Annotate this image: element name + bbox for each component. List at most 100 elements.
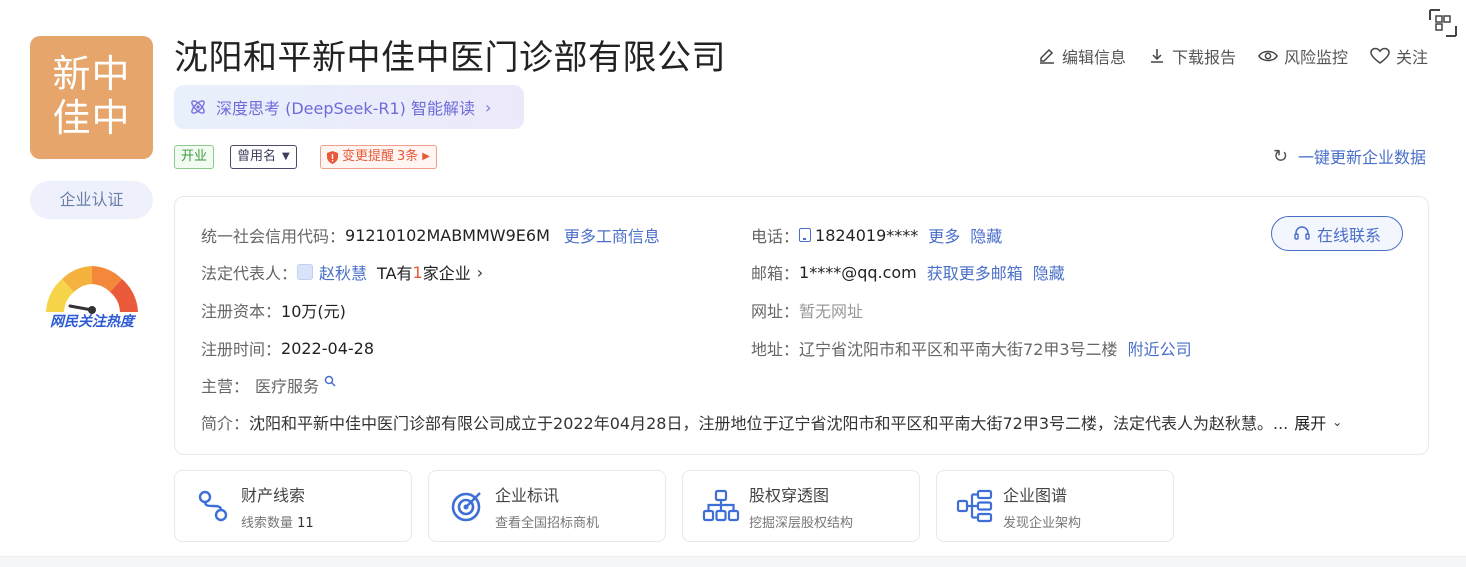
change-alert-button[interactable]: 变更提醒 3条 ▶ [320,145,437,169]
target-icon [451,492,481,522]
logo-line-1: 新中 [52,52,131,96]
credit-code-label: 统一社会信用代码： [201,227,346,246]
email-label: 邮箱： [751,264,800,283]
capital-value: 10万(元) [281,302,346,321]
more-business-info-link[interactable]: 更多工商信息 [564,223,660,247]
business-row: 主营： 医疗服务 [201,373,336,397]
chevron-down-icon[interactable]: ⌄ [1332,415,1342,429]
status-badge: 开业 [174,145,215,169]
change-alert-count: 3条 [397,149,419,164]
asset-clues-sub: 线索数量 [241,515,298,531]
chevron-right-icon: › [485,97,492,117]
used-name-dropdown[interactable]: 曾用名 ▼ [230,145,297,169]
change-alert-label: 变更提醒 [342,149,395,164]
chevron-right-icon[interactable]: › [477,263,483,282]
equity-chart-title: 股权穿透图 [749,485,830,505]
headset-icon [1294,225,1310,240]
legal-rep-company-count: 1 [412,262,423,282]
email-value: 1****@qq.com [799,262,917,282]
website-row: 网址： 暂无网址 [751,298,863,322]
legal-rep-row: 法定代表人： 赵秋慧 TA有 1 家企业 › [201,260,483,284]
equity-chart-card[interactable]: 股权穿透图 挖掘深层股权结构 [682,470,920,542]
update-data-button[interactable]: ↻ 一键更新企业数据 [1273,144,1426,168]
follow-button[interactable]: 关注 [1370,44,1428,68]
caret-down-icon: ▼ [282,151,290,162]
phone-row: 电话： 1824019**** 更多 隐藏 [751,223,1002,247]
eye-icon [1258,50,1278,62]
address-row: 地址： 辽宁省沈阳市和平区和平南大街72甲3号二楼 附近公司 [751,336,1192,360]
download-report-label: 下载报告 [1171,48,1236,67]
asset-clues-card[interactable]: 财产线索 线索数量 11 [174,470,412,542]
edit-info-button[interactable]: 编辑信息 [1038,44,1126,68]
phone-hide-link[interactable]: 隐藏 [970,223,1002,247]
phone-more-link[interactable]: 更多 [928,223,960,247]
update-data-label: 一键更新企业数据 [1297,148,1426,167]
ai-interpret-label: 深度思考 (DeepSeek-R1) 智能解读 [216,99,476,118]
org-tree-icon [702,489,740,522]
follow-label: 关注 [1395,48,1428,67]
avatar [297,264,314,280]
refresh-icon: ↻ [1272,145,1288,167]
caret-right-icon: ▶ [422,151,430,162]
nearby-companies-link[interactable]: 附近公司 [1128,336,1192,360]
email-row: 邮箱： 1****@qq.com 获取更多邮箱 隐藏 [751,260,1065,284]
search-icon[interactable] [324,375,336,387]
legal-rep-ta-text: TA有 [377,264,413,283]
expand-button[interactable]: 展开 [1294,410,1326,434]
graph-icon [956,489,993,523]
used-name-label: 曾用名 [237,149,277,164]
bottom-divider [0,556,1466,567]
risk-monitor-button[interactable]: 风险监控 [1258,44,1348,68]
download-icon [1150,49,1163,63]
phone-icon [799,228,812,242]
qr-corner-icon[interactable] [1428,8,1458,38]
asset-clues-title: 财产线索 [241,485,306,505]
bid-info-card[interactable]: 企业标讯 查看全国招标商机 [428,470,666,542]
heat-label: 网民关注热度 [50,314,134,330]
intro-row: 简介： 沈阳和平新中佳中医门诊部有限公司成立于2022年04月28日，注册地位于… [201,410,1342,434]
bid-info-title: 企业标讯 [495,485,560,505]
bid-info-sub: 查看全国招标商机 [495,515,600,531]
business-value: 医疗服务 [255,377,320,396]
email-hide-link[interactable]: 隐藏 [1033,260,1065,284]
edit-info-label: 编辑信息 [1061,48,1126,67]
enterprise-graph-card[interactable]: 企业图谱 发现企业架构 [936,470,1174,542]
online-contact-label: 在线联系 [1316,225,1381,245]
credit-code-value: 91210102MABMMW9E6M [345,225,550,245]
address-value: 辽宁省沈阳市和平区和平南大街72甲3号二楼 [799,340,1118,359]
online-contact-button[interactable]: 在线联系 [1271,216,1403,251]
company-name: 沈阳和平新中佳中医门诊部有限公司 [174,38,726,78]
reg-date-value: 2022-04-28 [281,338,374,358]
equity-chart-sub: 挖掘深层股权结构 [749,515,854,531]
legal-rep-label: 法定代表人： [201,264,298,283]
reg-date-label: 注册时间： [201,340,282,359]
phone-value: 1824019**** [815,225,919,245]
credit-code-row: 统一社会信用代码： 91210102MABMMW9E6M 更多工商信息 [201,223,660,247]
download-report-button[interactable]: 下载报告 [1148,44,1236,68]
asset-clues-icon [198,490,228,522]
business-label: 主营： [201,377,250,396]
phone-label: 电话： [751,227,800,246]
ai-interpret-button[interactable]: 深度思考 (DeepSeek-R1) 智能解读 › [174,85,524,129]
intro-label: 简介： [201,414,250,433]
heart-icon [1370,47,1390,64]
asset-clues-count: 11 [297,515,314,531]
risk-monitor-label: 风险监控 [1283,48,1348,67]
intro-text: 沈阳和平新中佳中医门诊部有限公司成立于2022年04月28日，注册地位于辽宁省沈… [249,414,1289,433]
edit-icon [1039,48,1054,64]
address-label: 地址： [751,340,800,359]
legal-rep-name-link[interactable]: 赵秋慧 [319,260,367,284]
enterprise-graph-sub: 发现企业架构 [1003,515,1082,531]
logo-line-2: 佳中 [52,96,131,140]
reg-date-row: 注册时间： 2022-04-28 [201,336,374,360]
enterprise-certification-button[interactable]: 企业认证 [30,181,153,219]
website-value: 暂无网址 [799,302,864,321]
company-logo: 新中 佳中 [30,36,153,159]
shield-alert-icon [327,150,338,164]
more-email-link[interactable]: 获取更多邮箱 [927,260,1023,284]
website-label: 网址： [751,302,800,321]
capital-label: 注册资本： [201,302,282,321]
enterprise-graph-title: 企业图谱 [1003,485,1068,505]
atom-icon [191,100,205,114]
legal-rep-company-suffix: 家企业 [422,264,471,283]
